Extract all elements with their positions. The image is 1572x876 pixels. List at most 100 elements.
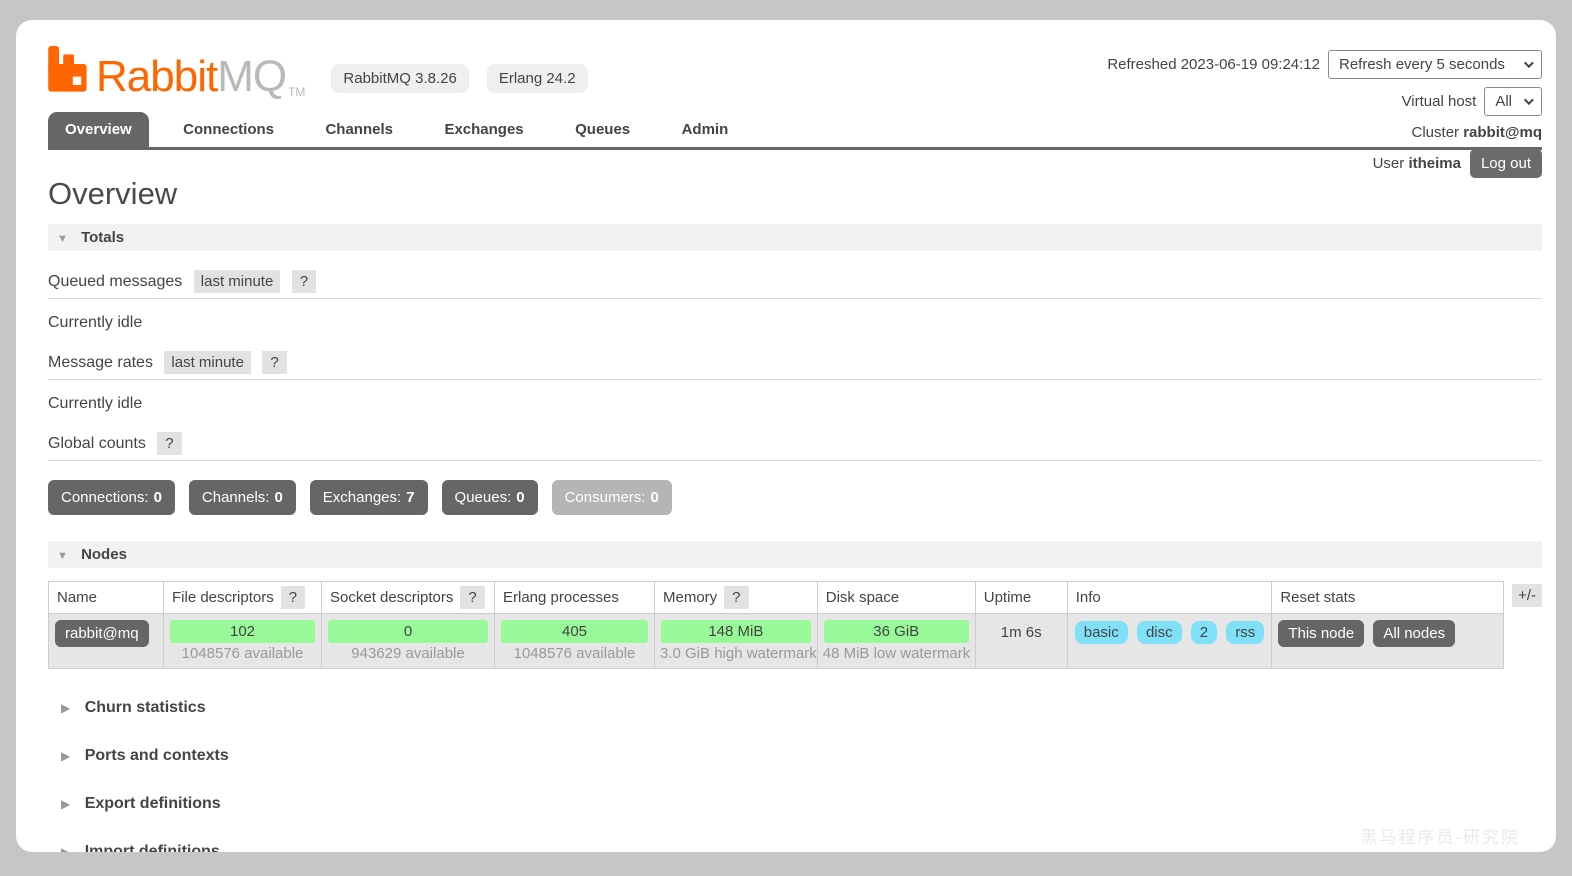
version-badges: RabbitMQ 3.8.26 Erlang 24.2 bbox=[331, 64, 588, 93]
file-descriptors-help-icon[interactable]: ? bbox=[280, 586, 306, 609]
socket-descriptors-bar: 0 bbox=[328, 620, 488, 643]
columns-toggle-badge[interactable]: +/- bbox=[1512, 584, 1542, 607]
consumers-count-value: 0 bbox=[650, 489, 659, 506]
exchanges-count-chip[interactable]: Exchanges: 7 bbox=[309, 480, 428, 515]
queued-help-icon[interactable]: ? bbox=[291, 270, 317, 293]
main-content: Overview ▼ Totals Queued messages last m… bbox=[16, 176, 1556, 852]
message-rates-label: Message rates bbox=[48, 354, 153, 371]
erlang-processes-bar: 405 bbox=[501, 620, 648, 643]
memory-watermark: 3.0 GiB high watermark bbox=[660, 645, 817, 662]
user-label: User bbox=[1372, 155, 1405, 172]
memory-cell: 148 MiB 3.0 GiB high watermark bbox=[654, 613, 818, 669]
queued-range-badge[interactable]: last minute bbox=[193, 270, 281, 293]
cluster-row: Cluster rabbit@mq bbox=[1412, 124, 1542, 141]
rates-idle-status: Currently idle bbox=[48, 395, 143, 412]
queues-count-label: Queues: bbox=[454, 489, 512, 506]
col-info: Info bbox=[1066, 581, 1272, 614]
logout-button[interactable]: Log out bbox=[1469, 149, 1542, 178]
triangle-right-icon: ▶ bbox=[61, 701, 71, 715]
file-descriptors-bar: 102 bbox=[170, 620, 315, 643]
section-header-import-definitions[interactable]: ▶ Import definitions bbox=[61, 843, 1542, 852]
section-header-totals[interactable]: ▼ Totals bbox=[48, 224, 1542, 251]
col-uptime: Uptime bbox=[974, 581, 1068, 614]
memory-bar: 148 MiB bbox=[661, 620, 811, 643]
nodes-table: Name File descriptors? Socket descriptor… bbox=[48, 581, 1505, 669]
message-rates-row: Message rates last minute ? bbox=[48, 351, 1542, 380]
col-erlang-processes: Erlang processes bbox=[494, 581, 655, 614]
consumers-count-chip: Consumers: 0 bbox=[551, 480, 672, 515]
exchanges-count-value: 7 bbox=[406, 489, 415, 506]
erlang-version-badge: Erlang 24.2 bbox=[486, 64, 588, 93]
rates-help-icon[interactable]: ? bbox=[262, 351, 287, 374]
channels-count-label: Channels: bbox=[201, 489, 270, 506]
col-disk-space: Disk space bbox=[816, 581, 976, 614]
cluster-name: rabbit@mq bbox=[1463, 124, 1542, 141]
brand-rabbit-text: Rabbit bbox=[96, 52, 218, 101]
connections-count-value: 0 bbox=[153, 489, 162, 506]
connections-count-label: Connections: bbox=[61, 489, 149, 506]
uptime-cell: 1m 6s bbox=[974, 613, 1068, 669]
reset-all-nodes-button[interactable]: All nodes bbox=[1373, 620, 1456, 647]
nodes-table-header-row: Name File descriptors? Socket descriptor… bbox=[48, 581, 1504, 614]
watermark-text: 黑马程序员-研究院 bbox=[1360, 828, 1520, 847]
memory-help-icon[interactable]: ? bbox=[724, 586, 749, 609]
tab-overview[interactable]: Overview bbox=[48, 112, 149, 147]
col-reset-stats: Reset stats bbox=[1271, 581, 1504, 614]
info-badge-basic[interactable]: basic bbox=[1074, 621, 1128, 644]
file-descriptors-available: 1048576 available bbox=[181, 645, 304, 662]
object-counts: Connections: 0 Channels: 0 Exchanges: 7 Que… bbox=[48, 480, 1542, 515]
info-cell: basic disc 2 rss bbox=[1066, 613, 1272, 669]
col-memory: Memory? bbox=[654, 581, 818, 614]
disk-watermark: 48 MiB low watermark bbox=[822, 645, 971, 662]
node-name-badge[interactable]: rabbit@mq bbox=[55, 620, 149, 647]
export-definitions-label: Export definitions bbox=[84, 795, 221, 812]
nodes-table-area: Name File descriptors? Socket descriptor… bbox=[48, 581, 1542, 669]
channels-count-chip[interactable]: Channels: 0 bbox=[188, 480, 296, 515]
virtual-host-label: Virtual host bbox=[1401, 93, 1477, 110]
section-header-churn-statistics[interactable]: ▶ Churn statistics bbox=[61, 699, 1542, 717]
refresh-interval-select[interactable]: Refresh every 5 seconds bbox=[1328, 50, 1542, 79]
col-file-descriptors: File descriptors? bbox=[163, 581, 322, 614]
queued-messages-row: Queued messages last minute ? bbox=[48, 270, 1542, 299]
file-descriptors-cell: 102 1048576 available bbox=[163, 613, 322, 669]
refresh-interval-value: Refresh every 5 seconds bbox=[1339, 56, 1505, 73]
reset-this-node-button[interactable]: This node bbox=[1278, 620, 1365, 647]
trademark-label: TM bbox=[288, 85, 306, 99]
tab-exchanges[interactable]: Exchanges bbox=[427, 112, 540, 147]
triangle-right-icon: ▶ bbox=[61, 797, 71, 811]
page-title: Overview bbox=[48, 176, 178, 211]
user-name: itheima bbox=[1408, 155, 1461, 172]
section-header-ports-and-contexts[interactable]: ▶ Ports and contexts bbox=[61, 747, 1542, 765]
rabbitmq-logo-icon bbox=[48, 46, 88, 99]
queued-idle-status: Currently idle bbox=[48, 314, 143, 331]
nodes-header-label: Nodes bbox=[81, 546, 127, 563]
tab-admin[interactable]: Admin bbox=[665, 112, 746, 147]
connections-count-chip[interactable]: Connections: 0 bbox=[48, 480, 175, 515]
chevron-down-icon bbox=[1523, 58, 1534, 69]
virtual-host-select[interactable]: All bbox=[1484, 87, 1542, 116]
section-header-nodes[interactable]: ▼ Nodes bbox=[48, 541, 1542, 568]
tab-connections[interactable]: Connections bbox=[166, 112, 291, 147]
node-row: rabbit@mq 102 1048576 available 0 943629… bbox=[48, 613, 1504, 669]
channels-count-value: 0 bbox=[274, 489, 283, 506]
triangle-down-icon: ▼ bbox=[57, 233, 68, 245]
global-counts-help-icon[interactable]: ? bbox=[157, 432, 182, 455]
import-definitions-label: Import definitions bbox=[84, 843, 220, 852]
info-badge-rss[interactable]: rss bbox=[1226, 621, 1265, 644]
queues-count-value: 0 bbox=[516, 489, 525, 506]
section-header-export-definitions[interactable]: ▶ Export definitions bbox=[61, 795, 1542, 813]
brand-mq-text: MQ bbox=[217, 52, 287, 101]
tab-queues[interactable]: Queues bbox=[558, 112, 647, 147]
global-counts-row: Global counts ? bbox=[48, 432, 1542, 461]
tab-channels[interactable]: Channels bbox=[308, 112, 410, 147]
socket-descriptors-help-icon[interactable]: ? bbox=[460, 586, 485, 609]
triangle-right-icon: ▶ bbox=[61, 749, 71, 763]
info-badge-disc[interactable]: disc bbox=[1136, 621, 1182, 644]
node-name-cell: rabbit@mq bbox=[49, 614, 164, 669]
user-row: User itheima Log out bbox=[1373, 149, 1542, 178]
triangle-down-icon: ▼ bbox=[57, 550, 68, 562]
disk-space-cell: 36 GiB 48 MiB low watermark bbox=[816, 613, 976, 669]
rates-range-badge[interactable]: last minute bbox=[164, 351, 251, 374]
info-badge-2[interactable]: 2 bbox=[1190, 621, 1218, 644]
queues-count-chip[interactable]: Queues: 0 bbox=[441, 480, 538, 515]
